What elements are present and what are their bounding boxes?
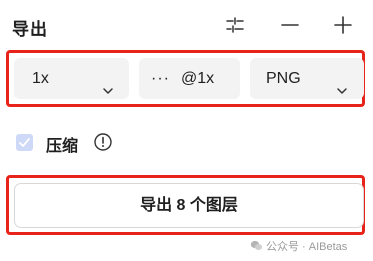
format-value: PNG [266, 70, 301, 87]
compress-label: 压缩 [46, 138, 79, 155]
compress-checkbox[interactable] [16, 134, 33, 151]
chevron-down-icon [336, 72, 348, 94]
info-icon[interactable] [93, 132, 113, 152]
export-layers-button[interactable]: 导出 8 个图层 [14, 183, 364, 228]
more-options-icon[interactable]: ··· [151, 58, 170, 99]
format-select[interactable]: PNG [250, 58, 364, 99]
scale-value: 1x [32, 70, 49, 87]
panel-title: 导出 [12, 20, 48, 39]
minus-icon[interactable] [279, 14, 301, 36]
watermark-text: 公众号 · AIBetas [266, 241, 348, 253]
wechat-icon [250, 239, 263, 252]
chevron-down-icon [102, 72, 114, 94]
export-panel-header: 导出 [0, 0, 373, 50]
sliders-icon[interactable] [224, 14, 246, 36]
suffix-value: @1x [181, 70, 215, 87]
checkmark-icon [19, 138, 30, 147]
suffix-field[interactable]: ··· @1x [139, 58, 240, 99]
plus-icon[interactable] [332, 14, 354, 36]
scale-select[interactable]: 1x [14, 58, 129, 99]
